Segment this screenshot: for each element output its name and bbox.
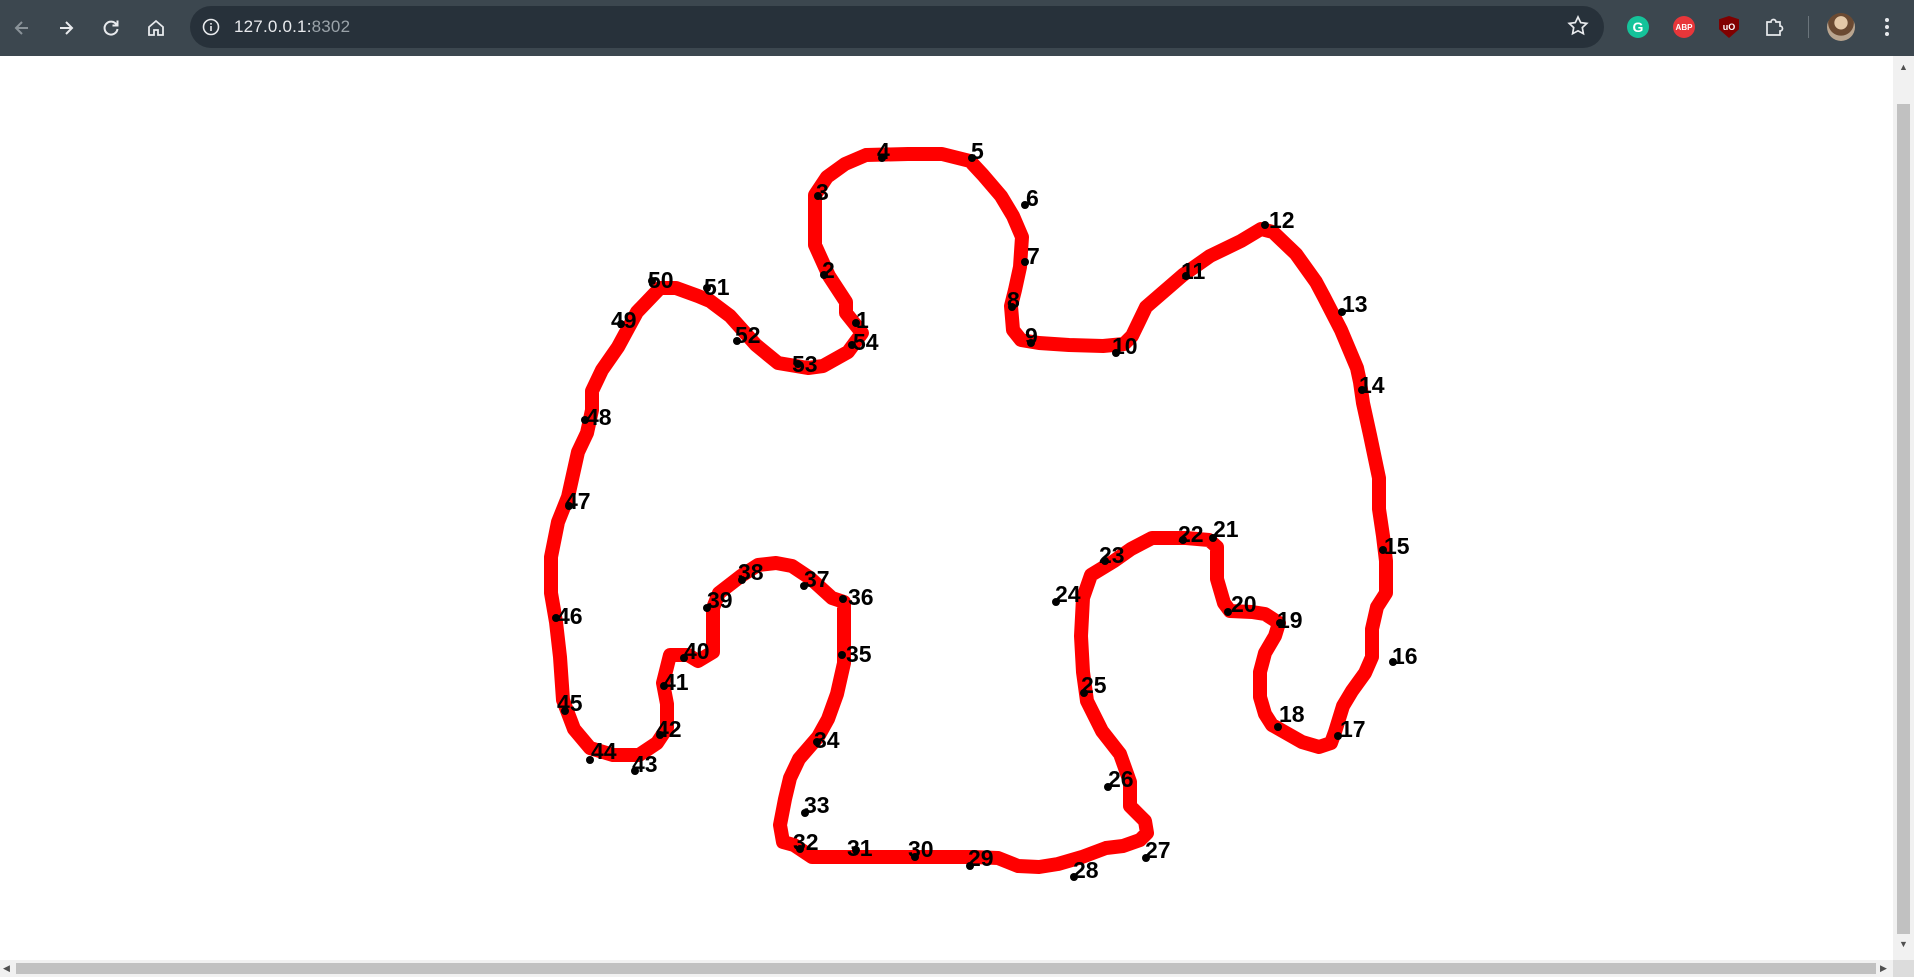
back-button[interactable] [4,10,40,46]
dot-label-48: 48 [586,404,612,430]
toolbar-separator [1808,16,1809,38]
dot-label-15: 15 [1384,533,1410,559]
star-icon [1567,15,1589,36]
dot-label-34: 34 [814,727,840,753]
dot-label-7: 7 [1027,243,1040,269]
dot-label-14: 14 [1359,372,1385,398]
dot-label-30: 30 [908,836,934,862]
dot-label-42: 42 [656,716,682,742]
url-host: 127.0.0.1: [234,17,312,36]
dot-label-29: 29 [968,845,994,871]
dot-label-32: 32 [793,829,819,855]
dot-label-35: 35 [846,641,872,667]
dot-label-27: 27 [1145,837,1171,863]
dot-label-46: 46 [557,603,583,629]
dot-label-8: 8 [1007,287,1020,313]
forward-button[interactable] [48,10,84,46]
drawn-outline-path [544,147,1393,874]
dot-label-16: 16 [1392,643,1418,669]
back-arrow-icon [14,21,28,35]
ublock-origin-extension[interactable]: uO [1715,13,1743,41]
dot-label-33: 33 [804,792,830,818]
scroll-down-arrow-icon[interactable]: ▼ [1899,939,1908,949]
dot-12 [1261,221,1269,229]
kebab-menu-icon [1885,18,1889,36]
dot-label-54: 54 [853,329,879,355]
puzzle-piece-icon [1766,18,1784,36]
browser-toolbar: 127.0.0.1:8302 G ABP uO [0,0,1914,56]
connect-the-dots-drawing[interactable]: 1234 56789 1011121314151617181920212223242… [0,56,1893,960]
dot-label-4: 4 [877,138,890,164]
dot-label-50: 50 [648,267,674,293]
dot-label-20: 20 [1231,591,1257,617]
dot-label-23: 23 [1099,542,1125,568]
dot-label-39: 39 [707,587,733,613]
site-info-button[interactable] [198,14,224,40]
dot-label-24: 24 [1055,581,1081,607]
ublock-origin-icon: uO [1719,16,1739,38]
dot-36 [839,595,847,603]
dot-label-21: 21 [1213,516,1239,542]
dot-label-17: 17 [1340,716,1366,742]
dot-label-3: 3 [816,179,829,205]
scroll-right-arrow-icon[interactable]: ▶ [1880,963,1887,974]
profile-avatar[interactable] [1827,13,1855,41]
dot-label-49: 49 [611,307,637,333]
dot-label-52: 52 [735,322,761,348]
horizontal-scrollbar[interactable]: ◀ ▶ [0,960,1893,977]
dot-label-44: 44 [591,738,617,764]
dot-label-51: 51 [704,274,730,300]
bookmark-button[interactable] [1566,14,1590,43]
address-bar[interactable]: 127.0.0.1:8302 [190,6,1604,48]
grammarly-extension[interactable]: G [1624,13,1652,41]
info-icon [202,18,220,36]
page-viewport: 1 2 3 4 5 6 7 8 9 10 11 12 13 14 15 16 17 18 19 20 21 22 23 24 2… [0,56,1893,960]
dot-label-22: 22 [1178,521,1204,547]
dot-label-18: 18 [1279,701,1305,727]
dot-label-11: 11 [1181,258,1206,284]
dot-label-47: 47 [565,488,591,514]
dot-label-2: 2 [822,257,835,283]
grammarly-icon: G [1627,16,1649,38]
dot-label-37: 37 [804,566,830,592]
dot-label-19: 19 [1277,607,1303,633]
reload-button[interactable] [93,10,129,46]
browser-menu-button[interactable] [1875,13,1899,41]
extensions-button[interactable] [1760,13,1788,41]
scroll-up-arrow-icon[interactable]: ▲ [1899,62,1908,72]
home-button[interactable] [138,10,174,46]
url-port: 8302 [311,17,351,36]
scrollbar-corner [1893,960,1914,977]
vertical-scrollbar[interactable]: ▲ ▼ [1893,56,1914,960]
dot-markers [552,154,1397,881]
home-icon [148,19,164,36]
dot-label-10: 10 [1112,333,1138,359]
dot-label-36: 36 [848,584,874,610]
scroll-left-arrow-icon[interactable]: ◀ [3,963,10,974]
horizontal-scrollbar-thumb[interactable] [16,963,1876,974]
adblock-plus-icon: ABP [1673,16,1695,38]
dot-label-53: 53 [792,351,818,377]
dot-35 [838,651,846,659]
dot-label-12: 12 [1269,207,1295,233]
vertical-scrollbar-thumb[interactable] [1897,104,1910,934]
dot-label-41: 41 [663,669,689,695]
dot-label-9: 9 [1025,323,1038,349]
dot-label-13: 13 [1342,291,1368,317]
dot-label-40: 40 [684,638,710,664]
forward-arrow-icon [60,21,74,35]
reload-icon [103,20,119,36]
dot-label-38: 38 [738,559,764,585]
dot-label-28: 28 [1073,857,1099,883]
url-text: 127.0.0.1:8302 [234,17,350,37]
dot-label-31: 31 [847,835,873,861]
dot-label-25: 25 [1081,672,1107,698]
dot-label-43: 43 [632,751,658,777]
dot-label-26: 26 [1108,766,1134,792]
dot-label-5: 5 [971,138,984,164]
dot-label-45: 45 [557,690,583,716]
adblock-plus-extension[interactable]: ABP [1670,13,1698,41]
dot-label-6: 6 [1026,185,1039,211]
